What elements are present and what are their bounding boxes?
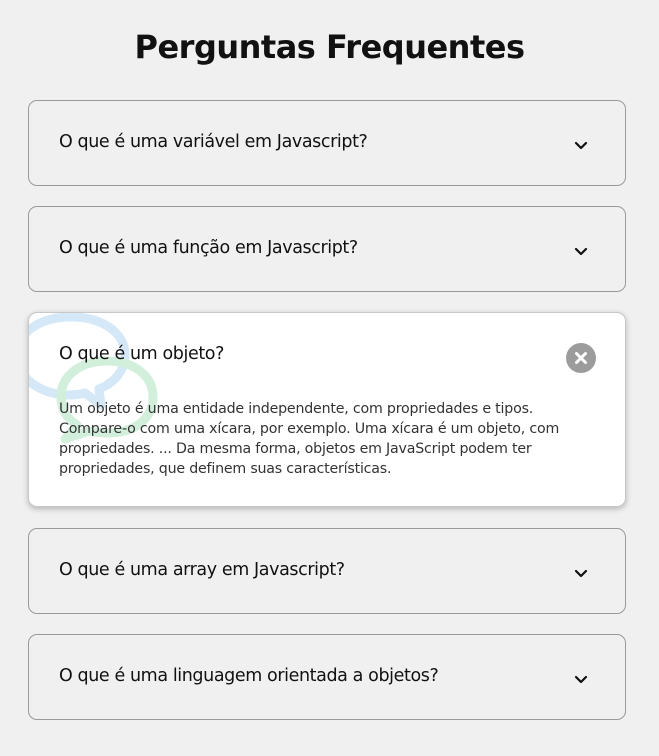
answer-line: propriedades, que definem suas caracterí… [59,461,392,477]
faq-item-linguagem[interactable]: O que é uma linguagem orientada a objeto… [28,634,626,720]
answer-line: propriedades. ... Da mesma forma, objeto… [59,441,532,457]
chevron-down-icon[interactable] [573,671,589,687]
chevron-down-icon[interactable] [573,137,589,153]
faq-item-variavel[interactable]: O que é uma variável em Javascript? [28,100,626,186]
faq-item-objeto[interactable]: O que é um objeto? Um objeto é uma entid… [28,312,626,507]
chevron-down-icon[interactable] [573,243,589,259]
faq-question[interactable]: O que é uma linguagem orientada a objeto… [59,666,439,686]
close-button[interactable] [566,343,596,373]
answer-line: Compare-o com uma xícara, por exemplo. U… [59,421,560,437]
faq-question[interactable]: O que é uma variável em Javascript? [59,132,368,152]
chevron-down-icon[interactable] [573,565,589,581]
answer-line: Um objeto é uma entidade independente, c… [59,401,534,417]
faq-answer: Um objeto é uma entidade independente, c… [59,399,591,479]
close-icon [575,352,587,364]
page-title: Perguntas Frequentes [134,28,526,66]
faq-item-array[interactable]: O que é uma array em Javascript? [28,528,626,614]
faq-question[interactable]: O que é um objeto? [59,344,224,364]
faq-question[interactable]: O que é uma array em Javascript? [59,560,345,580]
faq-item-funcao[interactable]: O que é uma função em Javascript? [28,206,626,292]
faq-question[interactable]: O que é uma função em Javascript? [59,238,358,258]
